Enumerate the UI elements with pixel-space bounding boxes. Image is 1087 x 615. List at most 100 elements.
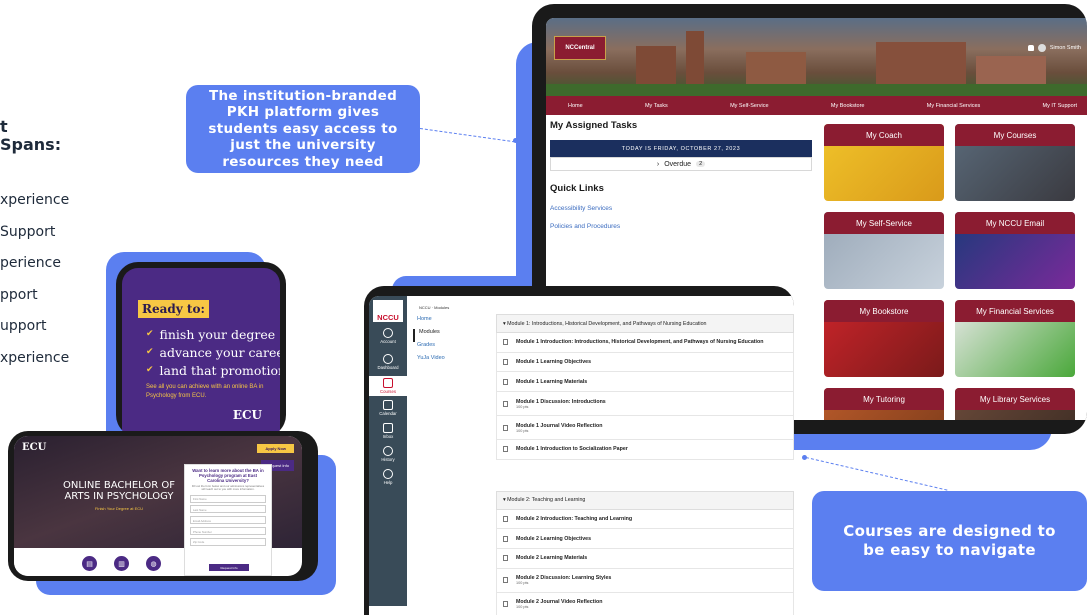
overdue-toggle[interactable]: › Overdue 2 [550, 157, 812, 171]
ready-to-list: ✔ finish your degree ✔ advance your career… [146, 325, 280, 379]
nav-my-bookstore[interactable]: My Bookstore [831, 103, 865, 109]
module-item[interactable]: Module 2 Learning Objectives [496, 529, 794, 550]
ecu-hero-title: ONLINE BACHELOR OF ARTS IN PSYCHOLOGY [62, 480, 176, 502]
last-name-field[interactable]: Last Name [190, 505, 266, 514]
module-item[interactable]: Module 1 Learning Materials [496, 372, 794, 393]
discussion-icon [503, 577, 508, 584]
ready-item: ✔ land that promotion [146, 362, 280, 378]
nav-home[interactable]: Home [568, 103, 583, 109]
tile-label: My NCCU Email [955, 212, 1075, 234]
module-item[interactable]: Module 2 Introduction: Teaching and Lear… [496, 509, 794, 530]
callout-portal: The institution-branded PKH platform giv… [186, 85, 420, 173]
module-2-header[interactable]: ▾ Module 2: Teaching and Learning [496, 490, 794, 510]
phone-field[interactable]: Phone Number [190, 527, 266, 535]
module-item[interactable]: Module 1 Learning Objectives [496, 352, 794, 373]
tile-label: My Courses [955, 124, 1075, 146]
tile-label: My Self-Service [824, 212, 944, 234]
tile-label: My Tutoring [824, 388, 944, 410]
help-icon [383, 469, 393, 479]
assignment-icon [503, 424, 508, 431]
global-nav-dashboard[interactable]: Dashboard [369, 354, 407, 370]
global-nav: NCCU Account Dashboard Courses Calendar … [369, 296, 407, 606]
tile-label: My Bookstore [824, 300, 944, 322]
bell-icon[interactable] [1027, 45, 1034, 51]
module-item[interactable]: Module 1 Discussion: Introductions 100 pt… [496, 392, 794, 417]
submit-button[interactable]: Request Info [209, 564, 249, 571]
tile-my-coach[interactable]: My Coach [824, 124, 944, 201]
promo-phone: Ready to: ✔ finish your degree ✔ advance y… [116, 262, 286, 437]
left-item: Support [0, 223, 56, 240]
left-feature-list: t Spans: xperience Support perience ppor… [0, 118, 90, 379]
module-1-header[interactable]: ▾ Module 1: Introductions, Historical De… [496, 314, 794, 333]
user-menu[interactable]: Simon Smith [1027, 44, 1081, 52]
check-icon: ✔ [146, 365, 154, 375]
first-name-field[interactable]: First Name [190, 494, 266, 503]
calendar-icon [383, 400, 393, 410]
canvas-screen: NCCU Account Dashboard Courses Calendar … [369, 296, 794, 615]
tile-my-bookstore[interactable]: My Bookstore [824, 300, 944, 377]
ecu-header-logo[interactable]: ECU [22, 442, 46, 453]
nav-my-it-support[interactable]: My IT Support [1043, 103, 1077, 109]
portal-tiles: My Coach My Courses My Self-Service My N… [824, 124, 1084, 420]
promo-description: See all you can achieve with an online B… [146, 384, 264, 399]
module-item[interactable]: Module 1 Introduction to Socialization P… [496, 440, 794, 460]
global-nav-courses[interactable]: Courses [369, 376, 407, 396]
tile-my-tutoring[interactable]: My Tutoring [824, 388, 944, 420]
quick-link-accessibility[interactable]: Accessibility Services [550, 205, 812, 212]
portal-hero-image [546, 18, 1087, 96]
course-nav: Home Modules Grades YuJa Video [413, 316, 481, 368]
global-nav-help[interactable]: Help [369, 469, 407, 485]
document-icon[interactable]: ▥ [114, 556, 129, 571]
module-item[interactable]: Module 1 Introduction: Introductions, Hi… [496, 333, 794, 353]
global-nav-history[interactable]: History [369, 446, 407, 462]
book-icon[interactable]: ▤ [82, 556, 97, 571]
tile-my-nccu-email[interactable]: My NCCU Email [955, 212, 1075, 289]
global-nav-account[interactable]: Account [369, 328, 407, 344]
page-icon [503, 555, 508, 562]
module-item[interactable]: Module 2 Learning Materials [496, 549, 794, 569]
globe-icon[interactable]: ◍ [146, 556, 161, 571]
portal-nav: Home My Tasks My Self-Service My Booksto… [546, 96, 1087, 115]
canvas-tablet: NCCU Account Dashboard Courses Calendar … [364, 286, 794, 615]
callout-courses: Courses are designed to be easy to navig… [812, 491, 1087, 591]
tile-my-financial-services[interactable]: My Financial Services [955, 300, 1075, 377]
connector-dot [802, 455, 807, 460]
global-nav-inbox[interactable]: Inbox [369, 423, 407, 439]
quick-link-policies[interactable]: Policies and Procedures [550, 223, 812, 230]
tile-label: My Coach [824, 124, 944, 146]
tile-my-library-services[interactable]: My Library Services [955, 388, 1075, 420]
assigned-tasks-heading: My Assigned Tasks [550, 120, 638, 131]
left-heading: t Spans: [0, 117, 62, 154]
tile-label: My Financial Services [955, 300, 1075, 322]
module-item[interactable]: Module 1 Journal Video Reflection 100 pts [496, 416, 794, 441]
nccu-logo[interactable]: NCCU [373, 300, 403, 322]
module-item[interactable]: Module 2 Discussion: Learning Styles 100 … [496, 568, 794, 593]
tile-my-self-service[interactable]: My Self-Service [824, 212, 944, 289]
zip-code-field[interactable]: Zip Code [190, 537, 266, 546]
promo-screen: Ready to: ✔ finish your degree ✔ advance y… [122, 268, 280, 437]
module-item[interactable]: Module 2 Journal Video Reflection 100 pts [496, 592, 794, 615]
form-title: Want to learn more about the BA in Psych… [192, 468, 264, 483]
course-nav-yuja-video[interactable]: YuJa Video [413, 355, 481, 368]
breadcrumb: NCCU · Modules [419, 305, 450, 310]
nav-my-financial-services[interactable]: My Financial Services [927, 103, 981, 109]
course-nav-home[interactable]: Home [413, 316, 481, 329]
nav-my-tasks[interactable]: My Tasks [645, 103, 668, 109]
discussion-icon [503, 400, 508, 407]
courses-icon [383, 378, 393, 388]
nccentral-logo[interactable]: NCCentral [554, 36, 606, 60]
overdue-label: Overdue [664, 160, 692, 168]
global-nav-calendar[interactable]: Calendar [369, 400, 407, 416]
tile-my-courses[interactable]: My Courses [955, 124, 1075, 201]
apply-now-button[interactable]: Apply Now [257, 444, 294, 453]
ecu-phone: ECU Apply Now Request Info ONLINE BACHEL… [8, 431, 318, 581]
avatar[interactable] [1037, 44, 1046, 52]
course-nav-grades[interactable]: Grades [413, 342, 481, 355]
ecu-screen: ECU Apply Now Request Info ONLINE BACHEL… [14, 436, 302, 576]
nav-my-self-service[interactable]: My Self-Service [730, 103, 769, 109]
quick-links-heading: Quick Links [550, 183, 604, 194]
account-icon [383, 328, 393, 338]
left-item: pport [0, 286, 38, 303]
email-field[interactable]: Email Address [190, 516, 266, 525]
course-nav-modules[interactable]: Modules [413, 329, 481, 342]
